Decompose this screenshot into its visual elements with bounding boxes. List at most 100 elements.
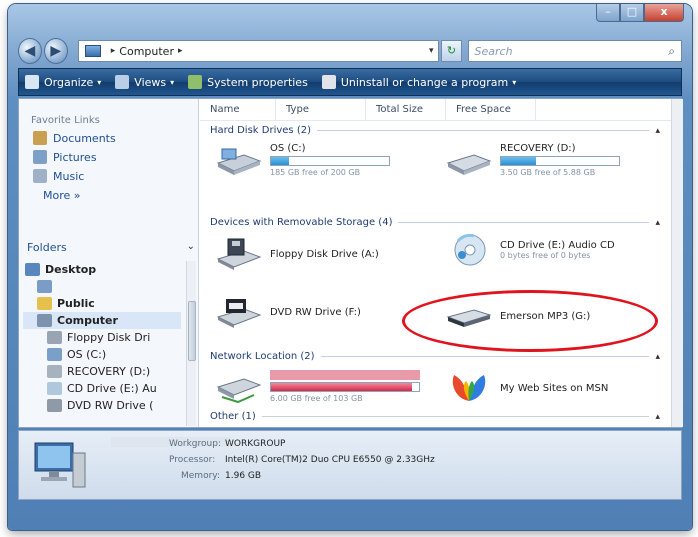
- hard-drive-icon: [47, 365, 62, 378]
- drive-usage-bar: [270, 381, 420, 392]
- drive-label: RECOVERY (D:): [500, 143, 576, 154]
- column-name[interactable]: Name: [200, 99, 276, 120]
- forward-button[interactable]: ▶: [43, 38, 68, 64]
- search-placeholder: Search: [474, 44, 513, 58]
- drive-label: OS (C:): [270, 143, 306, 154]
- column-free-space[interactable]: Free Space: [446, 99, 536, 120]
- column-total-size[interactable]: Total Size: [366, 99, 446, 120]
- address-dropdown-icon[interactable]: ▾: [424, 46, 438, 56]
- group-label: Devices with Removable Storage (4): [210, 217, 393, 228]
- close-button[interactable]: x: [644, 4, 684, 22]
- collapse-icon[interactable]: ▴: [655, 352, 660, 362]
- msn-web-sites[interactable]: My Web Sites on MSN: [444, 371, 608, 405]
- group-network-location[interactable]: Network Location (2) ▴: [210, 351, 660, 362]
- group-label: Other (1): [210, 411, 256, 422]
- group-hard-disk-drives[interactable]: Hard Disk Drives (2) ▴: [210, 125, 660, 136]
- explorer-window: – □ x ◀ ▶ ▸ Computer ▸ ▾ ↻ Search ⌕ Orga…: [8, 4, 692, 530]
- organize-button[interactable]: Organize ▾: [25, 75, 101, 89]
- cd-drive-icon: [47, 382, 62, 395]
- collapse-icon[interactable]: ▴: [655, 218, 660, 228]
- hard-drive-icon: [216, 148, 262, 175]
- command-bar: Organize ▾ Views ▾ System properties Uni…: [18, 68, 682, 96]
- organize-icon: [25, 75, 39, 89]
- views-button[interactable]: Views ▾: [115, 75, 174, 89]
- refresh-button[interactable]: ↻: [441, 40, 462, 62]
- hard-drive-icon: [47, 348, 62, 361]
- drive-recovery[interactable]: RECOVERY (D:) 3.50 GB free of 5.88 GB: [444, 143, 620, 177]
- chevron-down-icon: ▾: [512, 77, 517, 87]
- network-drive[interactable]: 6.00 GB free of 103 GB: [214, 369, 420, 403]
- favorite-music[interactable]: Music: [33, 169, 198, 183]
- group-removable-storage[interactable]: Devices with Removable Storage (4) ▴: [210, 217, 660, 228]
- maximize-button[interactable]: □: [620, 4, 644, 22]
- memory-value: 1.96 GB: [225, 471, 262, 481]
- scroll-thumb[interactable]: [188, 301, 196, 361]
- desktop-icon: [25, 263, 40, 276]
- folder-tree: Desktop Public Computer Floppy Disk Dri: [23, 261, 181, 414]
- tree-label: Desktop: [45, 263, 97, 276]
- drive-label: DVD RW Drive (F:): [270, 306, 361, 318]
- search-icon[interactable]: ⌕: [668, 44, 675, 59]
- tree-label: OS (C:): [67, 348, 107, 361]
- tree-label: Computer: [57, 314, 118, 327]
- details-pane: Workgroup: WORKGROUP Processor: Intel(R)…: [18, 430, 682, 500]
- crumb-separator: ▸: [177, 46, 183, 56]
- drive-dvd[interactable]: DVD RW Drive (F:): [214, 295, 361, 329]
- uninstall-program-button[interactable]: Uninstall or change a program ▾: [321, 75, 517, 89]
- folders-header[interactable]: Folders ⌄: [27, 241, 195, 254]
- folders-label: Folders: [27, 241, 67, 254]
- system-properties-button[interactable]: System properties: [188, 75, 308, 89]
- drive-free-space: 0 bytes free of 0 bytes: [500, 251, 591, 260]
- favorite-documents[interactable]: Documents: [33, 131, 198, 145]
- column-headers: Name Type Total Size Free Space: [200, 99, 683, 121]
- views-label: Views: [134, 75, 167, 89]
- tree-item-computer[interactable]: Computer: [23, 312, 181, 329]
- crumb-separator: ▸: [110, 46, 116, 56]
- collapse-icon[interactable]: ▴: [655, 126, 660, 136]
- drive-usage-bar: [500, 156, 620, 166]
- music-icon: [33, 169, 47, 183]
- chevron-down-icon[interactable]: ⌄: [187, 241, 195, 254]
- drive-floppy[interactable]: Floppy Disk Drive (A:): [214, 237, 379, 271]
- processor-value: Intel(R) Core(TM)2 Duo CPU E6550 @ 2.33G…: [225, 455, 435, 465]
- tree-item-os[interactable]: OS (C:): [23, 346, 181, 363]
- workgroup-value: WORKGROUP: [225, 439, 286, 449]
- uninstall-icon: [321, 75, 336, 89]
- tree-item-dvd[interactable]: DVD RW Drive (: [23, 397, 181, 414]
- column-type[interactable]: Type: [276, 99, 366, 120]
- breadcrumb-computer[interactable]: Computer: [119, 45, 174, 58]
- tree-item-user[interactable]: [23, 278, 181, 295]
- group-label: Hard Disk Drives (2): [210, 125, 311, 136]
- address-bar[interactable]: ▸ Computer ▸ ▾: [77, 40, 440, 62]
- more-favorites-link[interactable]: More »: [43, 189, 198, 202]
- drive-free-space: 185 GB free of 200 GB: [270, 168, 361, 177]
- file-pane-scrollbar[interactable]: [671, 99, 683, 427]
- collapse-icon[interactable]: ▴: [655, 412, 660, 422]
- tree-item-cd[interactable]: CD Drive (E:) Au: [23, 380, 181, 397]
- drive-label: Floppy Disk Drive (A:): [270, 248, 379, 260]
- search-input[interactable]: Search ⌕: [467, 40, 682, 62]
- drive-usage-fill: [271, 157, 289, 165]
- group-other[interactable]: Other (1) ▴: [210, 411, 660, 422]
- tree-item-recovery[interactable]: RECOVERY (D:): [23, 363, 181, 380]
- minimize-button[interactable]: –: [596, 4, 620, 22]
- address-row: ◀ ▶ ▸ Computer ▸ ▾ ↻ Search ⌕: [18, 38, 682, 64]
- drive-cd[interactable]: CD Drive (E:) Audio CD 0 bytes free of 0…: [444, 233, 615, 267]
- favorite-label: Pictures: [53, 150, 97, 164]
- drive-free-space: 6.00 GB free of 103 GB: [270, 393, 363, 403]
- drive-os[interactable]: OS (C:) 185 GB free of 200 GB: [214, 143, 390, 177]
- content-area: Favorite Links Documents Pictures Music …: [18, 98, 683, 428]
- favorite-links-heading: Favorite Links: [31, 115, 100, 126]
- tree-item-floppy[interactable]: Floppy Disk Dri: [23, 329, 181, 346]
- msn-butterfly-icon: [452, 375, 486, 401]
- system-properties-label: System properties: [207, 75, 308, 89]
- back-button[interactable]: ◀: [18, 38, 42, 64]
- tree-item-desktop[interactable]: Desktop: [23, 261, 181, 278]
- favorite-label: Music: [53, 169, 85, 183]
- favorite-pictures[interactable]: Pictures: [33, 150, 198, 164]
- folder-icon: [37, 297, 52, 310]
- tree-label: DVD RW Drive (: [67, 399, 154, 412]
- tree-item-public[interactable]: Public: [23, 295, 181, 312]
- computer-icon: [37, 314, 52, 327]
- navigation-scrollbar[interactable]: [186, 261, 196, 426]
